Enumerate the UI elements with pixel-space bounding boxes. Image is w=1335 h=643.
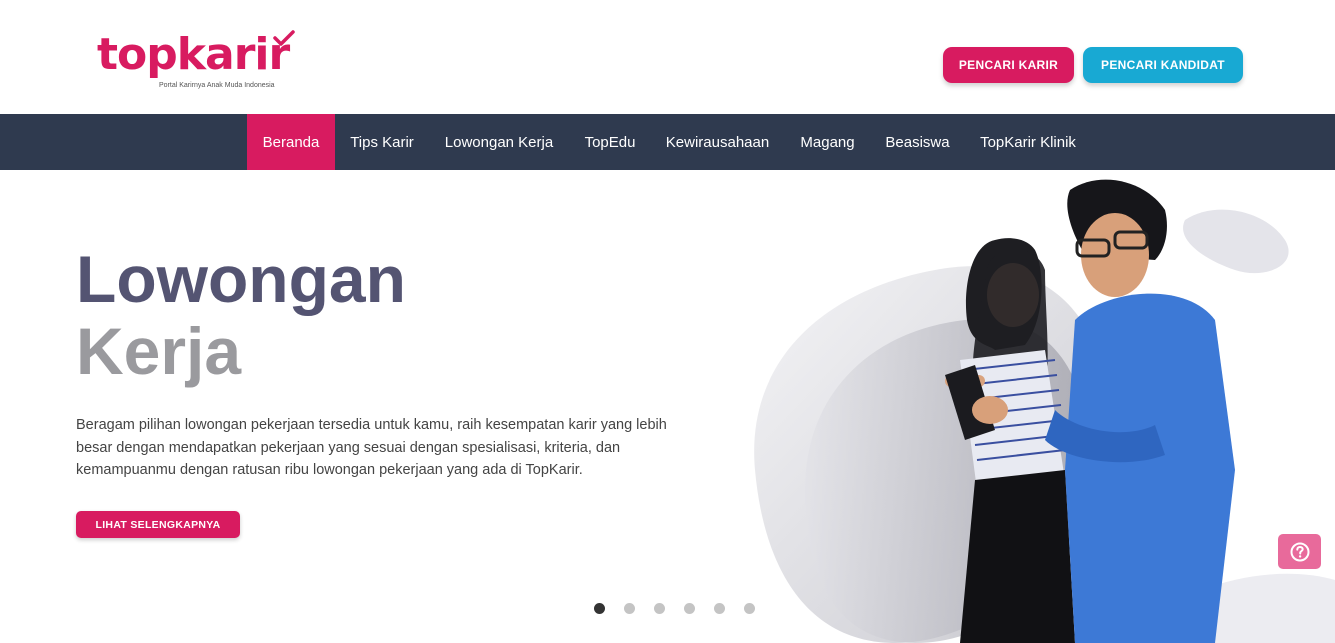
nav-item-beranda[interactable]: Beranda (247, 114, 335, 170)
lihat-selengkapnya-button[interactable]: LIHAT SELENGKAPNYA (76, 511, 240, 538)
nav-item-beasiswa[interactable]: Beasiswa (871, 114, 964, 170)
carousel-dot[interactable] (594, 603, 605, 614)
nav-item-topedu[interactable]: TopEdu (569, 114, 651, 170)
pencari-kandidat-button[interactable]: PENCARI KANDIDAT (1083, 47, 1243, 83)
carousel-dot[interactable] (744, 603, 755, 614)
hero-description: Beragam pilihan lowongan pekerjaan terse… (76, 417, 667, 478)
checkmark-icon (273, 30, 295, 46)
help-button[interactable] (1278, 534, 1321, 569)
pencari-karir-button[interactable]: PENCARI KARIR (943, 47, 1074, 83)
carousel-dot[interactable] (624, 603, 635, 614)
nav-item-tips-karir[interactable]: Tips Karir (335, 114, 429, 170)
logo-tagline: Portal Karirnya Anak Muda Indonesia (159, 82, 275, 89)
carousel-dot[interactable] (684, 603, 695, 614)
hero-title-line2: Kerja (76, 314, 242, 388)
site-header: topkarir Portal Karirnya Anak Muda Indon… (0, 0, 1335, 114)
carousel-dot[interactable] (654, 603, 665, 614)
question-circle-icon (1290, 542, 1309, 561)
nav-item-kewirausahaan[interactable]: Kewirausahaan (651, 114, 784, 170)
carousel-dot[interactable] (714, 603, 725, 614)
nav-item-lowongan-kerja[interactable]: Lowongan Kerja (429, 114, 569, 170)
logo-wordmark: topkarir (97, 29, 290, 80)
topkarir-logo[interactable]: topkarir Portal Karirnya Anak Muda Indon… (97, 30, 307, 94)
hero-illustration (754, 179, 1335, 643)
nav-item-magang[interactable]: Magang (784, 114, 871, 170)
nav-item-topkarir-klinik[interactable]: TopKarir Klinik (964, 114, 1092, 170)
carousel-indicators (594, 603, 755, 614)
main-nav: Beranda Tips Karir Lowongan Kerja TopEdu… (0, 114, 1335, 170)
hero-title-line1: Lowongan (76, 242, 406, 316)
